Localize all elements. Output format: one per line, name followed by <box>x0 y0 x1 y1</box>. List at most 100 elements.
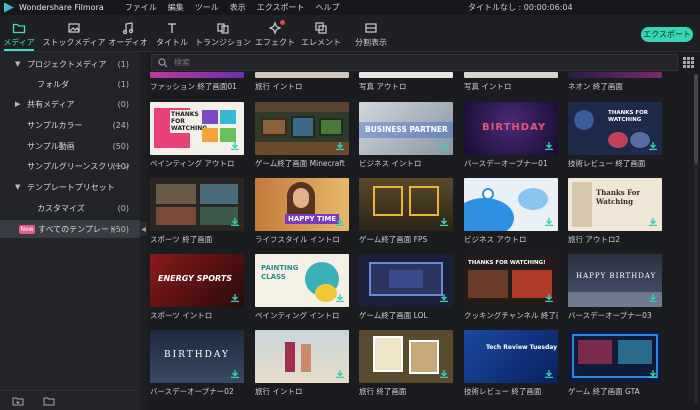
sidebar-item-template-presets[interactable]: ▼ テンプレートプリセット <box>0 179 140 195</box>
sidebar-item-folder[interactable]: フォルダ (1) <box>0 76 140 92</box>
template-tile[interactable]: BUSINESS PARTNER ビジネス イントロ <box>359 102 453 169</box>
download-icon[interactable] <box>545 370 553 378</box>
tab-title-label: タイトル <box>156 38 188 47</box>
scrollbar-thumb[interactable] <box>694 74 698 164</box>
template-tile[interactable]: Thanks For Watching 旅行 アウトロ2 <box>568 178 662 245</box>
template-tile[interactable]: ファッション 終了画面01 <box>150 72 244 92</box>
tab-stock-media-label: ストックメディア <box>42 38 106 47</box>
grid-view-icon[interactable] <box>683 57 694 68</box>
download-icon[interactable] <box>649 218 657 226</box>
template-tile[interactable]: ゲーム終了画面 LOL <box>359 254 453 321</box>
template-tile[interactable]: ネオン 終了画面 <box>568 72 662 92</box>
template-thumbnail: THANKS FOR WATCHING <box>568 102 662 155</box>
template-tile[interactable]: HAPPY BIRTHDAY バースデーオープナー03 <box>568 254 662 321</box>
download-icon[interactable] <box>545 294 553 302</box>
template-tile[interactable]: Tech Review Tuesday 技術レビュー 終了画面 <box>464 330 558 397</box>
tab-media[interactable]: メディア <box>3 19 35 49</box>
search-bar[interactable] <box>151 54 678 71</box>
template-name: ゲーム終了画面 FPS <box>359 235 428 244</box>
sidebar-item-shared-media[interactable]: ▶ 共有メディア (0) <box>0 96 140 112</box>
tab-element[interactable]: エレメント <box>301 19 341 49</box>
template-name: ペインティング イントロ <box>255 311 340 320</box>
tab-stock-media[interactable]: ストックメディア <box>42 19 106 49</box>
app-name: Wondershare Filmora <box>19 3 104 12</box>
download-icon[interactable] <box>440 294 448 302</box>
sidebar-item-project-media[interactable]: ▼ プロジェクトメディア (1) <box>0 56 140 72</box>
download-icon[interactable] <box>649 142 657 150</box>
download-icon[interactable] <box>336 218 344 226</box>
export-button[interactable]: エクスポート <box>641 27 693 42</box>
collapse-sidebar-button[interactable]: ◀ <box>140 222 147 236</box>
sidebar-item-customize[interactable]: カスタマイズ (0) <box>0 200 140 216</box>
toolbar: メディア ストックメディア オーディオ タイトル トランジション エフェクト エ… <box>0 15 700 52</box>
template-tile[interactable]: ゲーム 終了画面 GTA <box>568 330 662 397</box>
menu-file[interactable]: ファイル <box>125 2 157 13</box>
download-icon[interactable] <box>336 294 344 302</box>
template-tile[interactable]: スポーツ 終了画面 <box>150 178 244 245</box>
template-tile[interactable]: ENERGY SPORTS スポーツ イントロ <box>150 254 244 321</box>
chevron-right-icon[interactable]: ▶ <box>15 100 20 108</box>
template-thumbnail <box>255 102 349 155</box>
template-tile[interactable]: ゲーム終了画面 FPS <box>359 178 453 245</box>
thumb-text: BIRTHDAY <box>482 122 547 133</box>
download-icon[interactable] <box>649 370 657 378</box>
download-icon[interactable] <box>545 142 553 150</box>
template-tile[interactable]: 旅行 終了画面 <box>359 330 453 397</box>
thumb-text: PAINTING CLASS <box>261 264 299 281</box>
thumb-text: ENERGY SPORTS <box>158 274 233 283</box>
template-tile[interactable]: THANKS FOR WATCHING! クッキングチャンネル 終了画面 <box>464 254 558 321</box>
menu-edit[interactable]: 編集 <box>168 2 184 13</box>
template-tile[interactable]: BIRTHDAY バースデーオープナー02 <box>150 330 244 397</box>
tab-title[interactable]: タイトル <box>156 19 188 49</box>
template-tile[interactable]: ゲーム終了画面 Minecraft <box>255 102 349 169</box>
scrollbar[interactable] <box>694 74 698 404</box>
download-icon[interactable] <box>231 142 239 150</box>
download-icon[interactable] <box>440 218 448 226</box>
chevron-down-icon[interactable]: ▼ <box>15 60 20 68</box>
download-icon[interactable] <box>231 294 239 302</box>
template-name: ペインティング アウトロ <box>150 159 235 168</box>
sidebar-item-count: (0) <box>117 99 129 109</box>
download-icon[interactable] <box>336 142 344 150</box>
download-icon[interactable] <box>231 218 239 226</box>
template-name: バースデーオープナー02 <box>150 387 234 396</box>
template-tile[interactable]: HAPPY TIME ライフスタイル イントロ <box>255 178 349 245</box>
template-tile[interactable]: 写真 アウトロ <box>359 72 453 92</box>
sidebar-item-all-templates[interactable]: New すべてのテンプレート (50) <box>0 220 140 238</box>
download-icon[interactable] <box>440 370 448 378</box>
template-thumbnail: BUSINESS PARTNER <box>359 102 453 155</box>
download-icon[interactable] <box>336 370 344 378</box>
sidebar-item-sample-green-screen[interactable]: サンプルグリーンスクリーン (10) <box>0 158 140 174</box>
download-icon[interactable] <box>649 294 657 302</box>
search-input[interactable] <box>174 58 654 67</box>
template-tile[interactable]: PAINTING CLASS ペインティング イントロ <box>255 254 349 321</box>
template-tile[interactable]: 写真 イントロ <box>464 72 558 92</box>
template-tile[interactable]: 旅行 イントロ <box>255 72 349 92</box>
sidebar-item-sample-video[interactable]: サンプル動画 (50) <box>0 138 140 154</box>
template-thumbnail <box>568 72 662 78</box>
tab-effect[interactable]: エフェクト <box>255 19 295 49</box>
chevron-down-icon[interactable]: ▼ <box>15 183 20 191</box>
template-name: ライフスタイル イントロ <box>255 235 340 244</box>
tab-transition[interactable]: トランジション <box>195 19 251 49</box>
tab-split-screen[interactable]: 分割表示 <box>353 19 389 49</box>
menu-view[interactable]: 表示 <box>230 2 246 13</box>
template-tile[interactable]: THANKS FOR WATCHING ペインティング アウトロ <box>150 102 244 169</box>
download-icon[interactable] <box>440 142 448 150</box>
menu-help[interactable]: ヘルプ <box>316 2 340 13</box>
template-tile[interactable]: BIRTHDAY バースデーオープナー01 <box>464 102 558 169</box>
sidebar-item-sample-colors[interactable]: サンプルカラー (24) <box>0 117 140 133</box>
template-tile[interactable]: THANKS FOR WATCHING 技術レビュー 終了画面 <box>568 102 662 169</box>
sidebar-item-label: サンプル動画 <box>27 141 75 151</box>
folder-icon[interactable] <box>43 395 55 407</box>
menu-tools[interactable]: ツール <box>195 2 219 13</box>
download-icon[interactable] <box>545 218 553 226</box>
template-tile[interactable]: 旅行 イントロ <box>255 330 349 397</box>
template-tile[interactable]: ビジネス アウトロ <box>464 178 558 245</box>
tab-audio[interactable]: オーディオ <box>108 19 148 49</box>
new-folder-icon[interactable] <box>12 395 24 407</box>
menu-export[interactable]: エクスポート <box>257 2 305 13</box>
template-name: ゲーム終了画面 Minecraft <box>255 159 345 168</box>
download-icon[interactable] <box>231 370 239 378</box>
tab-media-label: メディア <box>3 38 35 47</box>
